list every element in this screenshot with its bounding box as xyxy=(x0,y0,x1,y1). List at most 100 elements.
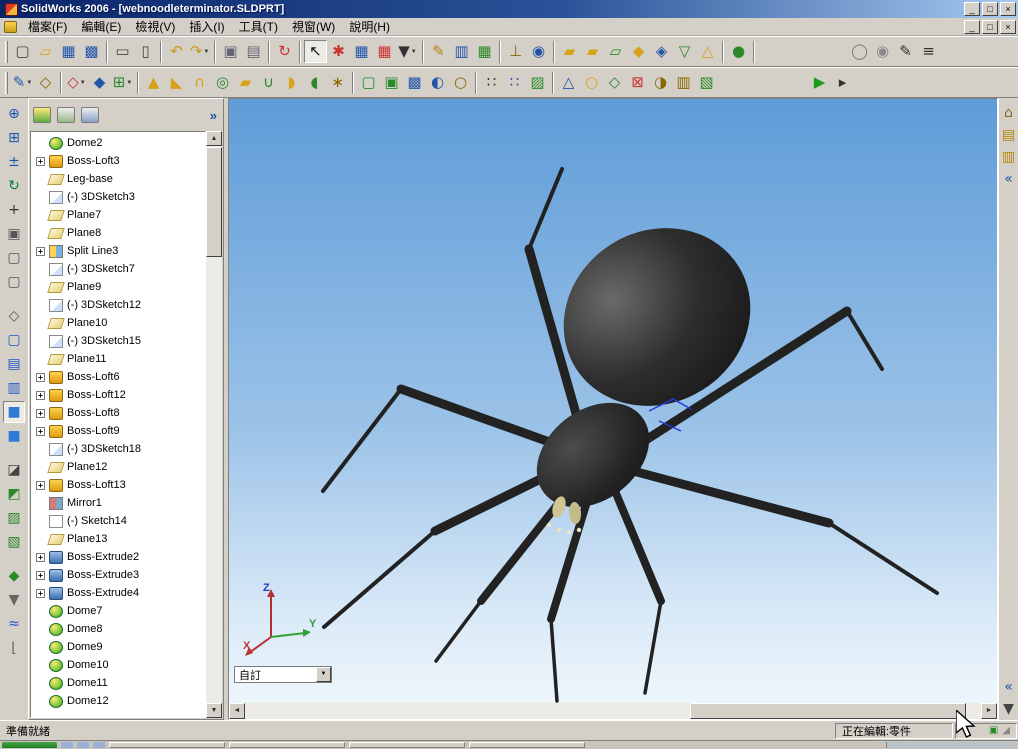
shaded-icon[interactable]: ■ xyxy=(3,425,25,447)
menu-item-6[interactable]: 說明(H) xyxy=(342,19,397,35)
tree-item-boss-loft12[interactable]: + Boss-Loft12 xyxy=(31,386,205,404)
feat-15-icon[interactable]: ▢ xyxy=(357,71,380,94)
view-tool-4-icon[interactable]: ⌊ xyxy=(3,637,25,659)
feat-13-icon[interactable]: ◖ xyxy=(303,71,326,94)
collapse-panel-icon[interactable]: « xyxy=(1000,677,1018,697)
print-document-icon[interactable]: ▭ xyxy=(111,40,134,63)
view-tool-1-icon[interactable]: ◆ xyxy=(3,565,25,587)
quicklaunch-icon[interactable] xyxy=(61,742,73,748)
menu-item-5[interactable]: 視窗(W) xyxy=(285,19,342,35)
menu-item-1[interactable]: 編輯(E) xyxy=(74,19,128,35)
wireframe-icon[interactable]: ▢ xyxy=(3,329,25,351)
maximize-button[interactable]: □ xyxy=(982,2,998,16)
smart-dimension-icon[interactable]: ◇ xyxy=(34,71,57,94)
close-button[interactable]: × xyxy=(1000,2,1016,16)
tree-item-boss-extrude2[interactable]: + Boss-Extrude2 xyxy=(31,548,205,566)
shadows-icon[interactable]: ◪ xyxy=(3,459,25,481)
tool-19-icon[interactable]: ▦ xyxy=(473,40,496,63)
configurationmanager-tab-icon[interactable] xyxy=(81,107,99,123)
tree-item-dome8[interactable]: +Dome8 xyxy=(31,620,205,638)
tree-item-3dsketch15[interactable]: +(-) 3DSketch15 xyxy=(31,332,205,350)
expand-toggle-icon[interactable]: + xyxy=(36,480,45,490)
tree-item-mirror1[interactable]: +Mirror1 xyxy=(31,494,205,512)
tree-item-boss-loft9[interactable]: + Boss-Loft9 xyxy=(31,422,205,440)
scroll-down-icon[interactable]: ▼ xyxy=(1000,699,1018,719)
taskbar-button[interactable] xyxy=(469,742,585,748)
menu-item-3[interactable]: 插入(I) xyxy=(182,19,231,35)
tree-scroll-up-icon[interactable]: ▲ xyxy=(206,131,222,146)
tree-item-leg-base[interactable]: +Leg-base xyxy=(31,170,205,188)
view-orientation-combo[interactable]: 自訂 ▼ xyxy=(234,666,332,683)
zebra-stripes-icon[interactable]: ▧ xyxy=(3,531,25,553)
tree-item-plane8[interactable]: +Plane8 xyxy=(31,224,205,242)
propertymanager-tab-icon[interactable] xyxy=(57,107,75,123)
view-tool-2-icon[interactable]: ▼ xyxy=(3,589,25,611)
tree-item-dome11[interactable]: +Dome11 xyxy=(31,674,205,692)
tree-item-boss-loft8[interactable]: + Boss-Loft8 xyxy=(31,404,205,422)
hidden-lines-removed-icon[interactable]: ▥ xyxy=(3,377,25,399)
dropdown-arrow-icon[interactable]: ▼ xyxy=(203,49,209,55)
tree-item-dome10[interactable]: +Dome10 xyxy=(31,656,205,674)
redo-icon[interactable]: ↷ ▼ xyxy=(188,40,211,63)
feat-19-icon[interactable]: ○ xyxy=(449,71,472,94)
view-tool-3-icon[interactable]: ≈ xyxy=(3,613,25,635)
feat-5-icon[interactable]: ⊞ ▼ xyxy=(111,71,134,94)
file-explorer-icon[interactable]: ▥ xyxy=(1000,147,1018,167)
feat-28-icon[interactable]: ▥ xyxy=(672,71,695,94)
pan-icon[interactable]: + xyxy=(3,199,25,221)
feat-29-icon[interactable]: ▧ xyxy=(695,71,718,94)
tree-item-dome2[interactable]: +Dome2 xyxy=(31,134,205,152)
tool-17-icon[interactable]: ✎ xyxy=(427,40,450,63)
open-document-icon[interactable]: ▱ xyxy=(34,40,57,63)
curvature-icon[interactable]: ▨ xyxy=(3,507,25,529)
taskbar-button[interactable] xyxy=(109,742,225,748)
horizontal-scrollbar[interactable]: ◄ ► xyxy=(229,703,997,719)
expand-toggle-icon[interactable]: + xyxy=(36,552,45,562)
tool-27-icon[interactable]: ▽ xyxy=(673,40,696,63)
expand-toggle-icon[interactable]: + xyxy=(36,372,45,382)
minimize-button[interactable]: _ xyxy=(964,2,980,16)
expand-toggle-icon[interactable]: + xyxy=(36,156,45,166)
rotate-view-icon[interactable]: ↻ xyxy=(3,175,25,197)
doc-close-button[interactable]: × xyxy=(1000,19,1016,34)
measure-icon[interactable]: ⊥ xyxy=(504,40,527,63)
tree-item-plane11[interactable]: +Plane11 xyxy=(31,350,205,368)
feat-9-icon[interactable]: ◎ xyxy=(211,71,234,94)
right-view-icon[interactable]: ▢ xyxy=(3,271,25,293)
tool-24-icon[interactable]: ▱ xyxy=(604,40,627,63)
quicklaunch-icon[interactable] xyxy=(77,742,89,748)
feat-26-icon[interactable]: ⊠ xyxy=(626,71,649,94)
tool-22-icon[interactable]: ▰ xyxy=(558,40,581,63)
feat-21-icon[interactable]: ∷ xyxy=(503,71,526,94)
dropdown-arrow-icon[interactable]: ▼ xyxy=(80,80,86,86)
feat-10-icon[interactable]: ▰ xyxy=(234,71,257,94)
undo-icon[interactable]: ↶ xyxy=(165,40,188,63)
tree-item-plane10[interactable]: +Plane10 xyxy=(31,314,205,332)
expand-toggle-icon[interactable]: + xyxy=(36,588,45,598)
feat-22-icon[interactable]: ▨ xyxy=(526,71,549,94)
tree-item-dome7[interactable]: +Dome7 xyxy=(31,602,205,620)
expand-toggle-icon[interactable]: + xyxy=(36,246,45,256)
feat-16-icon[interactable]: ▣ xyxy=(380,71,403,94)
feat-8-icon[interactable]: ∩ xyxy=(188,71,211,94)
tree-item-3dsketch12[interactable]: +(-) 3DSketch12 xyxy=(31,296,205,314)
tool-23-icon[interactable]: ▰ xyxy=(581,40,604,63)
tool-15-icon[interactable]: ▦ xyxy=(373,40,396,63)
feat-4-icon[interactable]: ◆ xyxy=(88,71,111,94)
tree-item-plane12[interactable]: +Plane12 xyxy=(31,458,205,476)
feat-3-icon[interactable]: ◇ ▼ xyxy=(65,71,88,94)
tree-item-boss-extrude3[interactable]: + Boss-Extrude3 xyxy=(31,566,205,584)
dropdown-arrow-icon[interactable]: ▼ xyxy=(126,80,132,86)
tool-13-icon[interactable]: ✱ xyxy=(327,40,350,63)
save-document-icon[interactable]: ▦ xyxy=(57,40,80,63)
design-library-icon[interactable]: ▤ xyxy=(1000,125,1018,145)
tree-item-boss-loft13[interactable]: + Boss-Loft13 xyxy=(31,476,205,494)
start-button[interactable] xyxy=(2,742,57,748)
shaded-with-edges-icon[interactable]: ■ xyxy=(3,401,25,423)
feat-20-icon[interactable]: ∷ xyxy=(480,71,503,94)
tool-18-icon[interactable]: ▥ xyxy=(450,40,473,63)
tree-item-boss-loft6[interactable]: + Boss-Loft6 xyxy=(31,368,205,386)
zoom-in-out-icon[interactable]: ± xyxy=(3,151,25,173)
tree-item-3dsketch7[interactable]: +(-) 3DSketch7 xyxy=(31,260,205,278)
feat-27-icon[interactable]: ◑ xyxy=(649,71,672,94)
